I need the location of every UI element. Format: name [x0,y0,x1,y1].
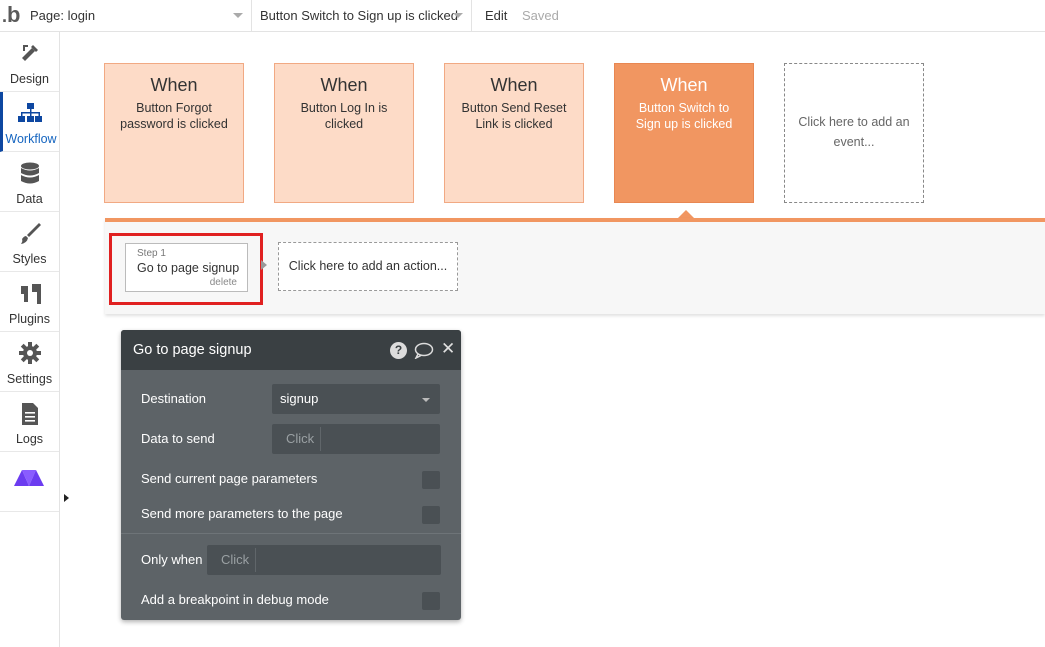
send-more-params-checkbox[interactable] [422,506,440,524]
breakpoint-label: Add a breakpoint in debug mode [141,592,329,607]
sidebar-item-design[interactable]: Design [0,32,59,92]
gear-icon [19,342,41,364]
event-description: Button Send Reset Link is clicked [461,101,567,131]
sidebar-item-styles[interactable]: Styles [0,212,59,272]
sidebar-item-workflow[interactable]: Workflow [0,92,59,152]
send-current-params-label: Send current page parameters [141,471,318,486]
field-separator [320,427,321,451]
field-separator [255,548,256,572]
event-description: Button Switch to Sign up is clicked [635,101,733,131]
plug-icon [21,284,41,304]
event-card-send-reset-link[interactable]: When Button Send Reset Link is clicked [444,63,584,203]
sidebar-expand-icon[interactable] [64,494,69,502]
sidebar-item-brand[interactable] [0,452,59,512]
help-icon[interactable]: ? [390,342,407,359]
event-selector-label: Button Switch to Sign up is clicked [260,8,458,23]
event-description: Button Log In is clicked [300,101,388,131]
step-name: Go to page signup [137,261,240,275]
sidebar-item-label: Workflow [5,132,57,146]
destination-select[interactable]: signup [272,384,440,414]
comment-icon[interactable] [414,342,434,359]
chevron-down-icon [422,398,430,402]
event-when-label: When [490,75,538,95]
chevron-down-icon [233,13,243,18]
send-current-params-checkbox[interactable] [422,471,440,489]
panel-header[interactable]: Go to page signup ? ✕ [121,330,461,370]
bubble-logo-icon[interactable]: .b [0,0,22,32]
event-selector[interactable]: Button Switch to Sign up is clicked [252,0,472,32]
event-when-label: When [150,75,198,95]
step-number: Step 1 [137,248,166,259]
only-when-placeholder: Click [221,552,250,567]
save-status: Saved [522,8,559,23]
destination-value: signup [280,391,319,406]
brush-icon [21,223,41,244]
data-to-send-field[interactable]: Click [272,424,440,454]
event-when-label: When [320,75,368,95]
action-property-panel: Go to page signup ? ✕ Destination signup… [121,330,461,620]
event-card-forgot-password[interactable]: When Button Forgot password is clicked [104,63,244,203]
sidebar-item-settings[interactable]: Settings [0,332,59,392]
sidebar-item-label: Data [16,192,43,206]
panel-divider [121,533,461,534]
send-more-params-label: Send more parameters to the page [141,506,343,521]
sidebar-item-logs[interactable]: Logs [0,392,59,452]
data-to-send-label: Data to send [141,431,215,446]
breakpoint-checkbox[interactable] [422,592,440,610]
left-sidebar: Design Workflow Data Styles Plugins Sett… [0,32,60,647]
only-when-label: Only when [141,552,203,567]
sidebar-item-label: Design [10,72,49,86]
workflow-icon [18,103,42,122]
sidebar-item-label: Styles [12,252,47,266]
close-icon[interactable]: ✕ [441,339,455,359]
design-icon [22,45,38,61]
step-delete-link[interactable]: delete [210,277,237,288]
data-to-send-placeholder: Click [286,431,315,446]
event-when-label: When [660,75,708,95]
edit-menu[interactable]: Edit [485,0,507,31]
event-card-log-in[interactable]: When Button Log In is clicked [274,63,414,203]
chevron-down-icon [453,13,463,18]
top-bar: .b Page: login Button Switch to Sign up … [0,0,1045,32]
brand-logo-icon [14,470,44,486]
sidebar-item-label: Plugins [9,312,50,326]
event-description: Button Forgot password is clicked [120,101,228,131]
page-selector-label: Page: login [30,8,96,23]
step-arrow-icon [261,260,267,270]
destination-label: Destination [141,391,207,406]
event-card-switch-to-sign-up[interactable]: When Button Switch to Sign up is clicked [614,63,754,203]
only-when-field[interactable]: Click [207,545,441,575]
step-card[interactable]: Step 1 Go to page signup delete [125,243,248,292]
page-selector[interactable]: Page: login [22,0,252,32]
sidebar-item-label: Logs [15,432,44,446]
add-action-button[interactable]: Click here to add an action... [278,242,458,291]
panel-title: Go to page signup [133,342,252,358]
document-icon [22,403,38,425]
sidebar-item-data[interactable]: Data [0,152,59,212]
add-event-button[interactable]: Click here to add an event... [784,63,924,203]
database-icon [21,162,39,184]
sidebar-item-plugins[interactable]: Plugins [0,272,59,332]
sidebar-item-label: Settings [6,372,53,386]
